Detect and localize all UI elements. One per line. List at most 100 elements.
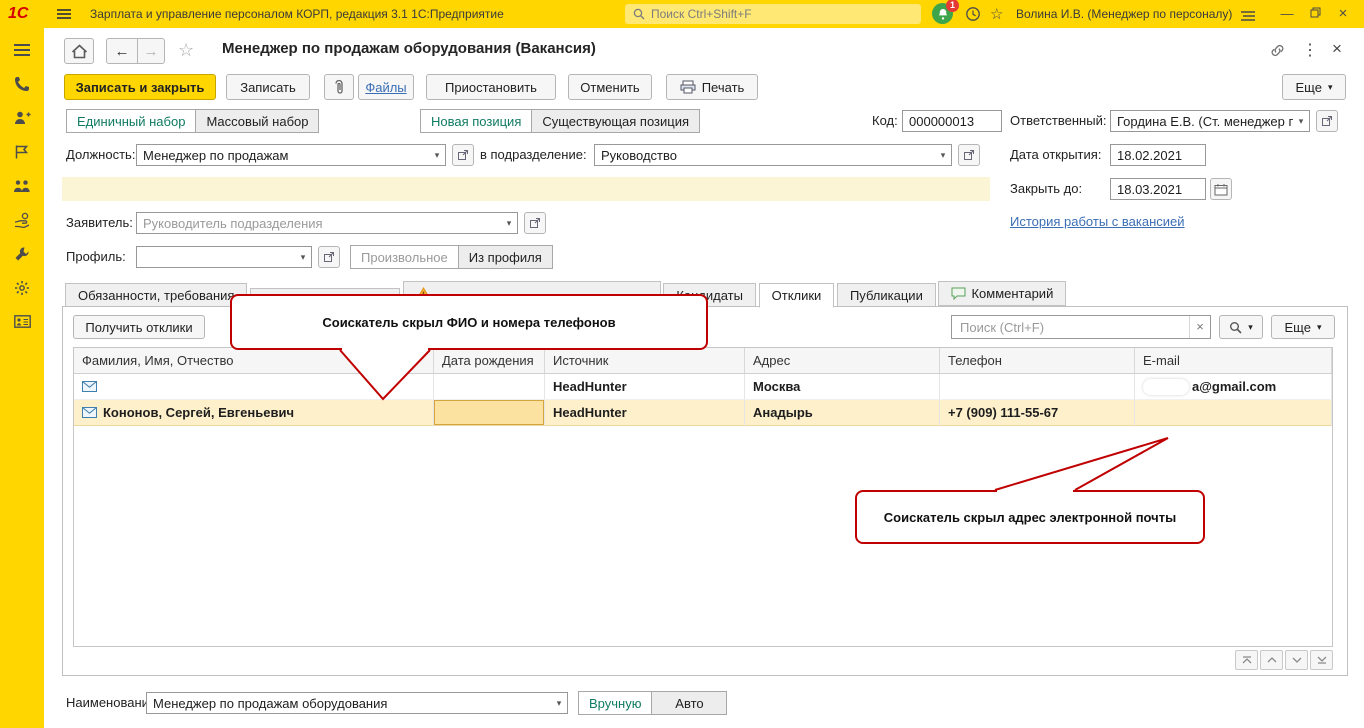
position-existing-option[interactable]: Существующая позиция [531,109,701,133]
clear-search-icon[interactable]: × [1189,316,1210,338]
responses-search-input[interactable]: Поиск (Ctrl+F) × [951,315,1211,339]
position-new-option[interactable]: Новая позиция [420,109,533,133]
tools-wrench-icon[interactable] [12,244,32,263]
recruitment-mass-option[interactable]: Массовый набор [195,109,320,133]
naming-field[interactable]: Менеджер по продажам оборудования ▾ [146,692,568,714]
scroll-down-button[interactable] [1285,650,1308,670]
table-row[interactable]: HeadHunter Москва a@gmail.com [74,374,1332,400]
description-custom-option[interactable]: Произвольное [350,245,459,269]
files-button[interactable]: Файлы [358,74,414,100]
open-form-icon [324,252,334,262]
service-menu-icon[interactable] [1240,9,1256,24]
tab-label: Обязанности, требования [78,288,235,303]
table-row-selected[interactable]: Кононов, Сергей, Евгеньевич HeadHunter А… [74,400,1332,426]
vacancy-history-link[interactable]: История работы с вакансией [1010,214,1185,229]
column-header-address[interactable]: Адрес [745,348,940,374]
favorites-star-icon[interactable]: ☆ [990,5,1003,23]
global-search-input[interactable]: Поиск Ctrl+Shift+F [625,4,921,24]
current-user[interactable]: Волина И.В. (Менеджер по персоналу) [1016,0,1232,28]
tab-publications[interactable]: Публикации [836,283,936,308]
recruitment-single-option[interactable]: Единичный набор [66,109,197,133]
recruitment-type-switch: Единичный набор Массовый набор [66,109,320,133]
scroll-up-button[interactable] [1260,650,1283,670]
form-close-icon[interactable]: × [1332,39,1342,59]
applicant-dropdown-icon[interactable]: ▾ [501,218,517,229]
date-close-calendar-button[interactable] [1210,178,1232,200]
responsible-field[interactable]: Гордина Е.В. (Ст. менеджер по ▾ [1110,110,1310,132]
profile-dropdown-icon[interactable]: ▾ [295,252,311,263]
date-opened-field[interactable]: 18.02.2021 [1110,144,1206,166]
position-field[interactable]: Менеджер по продажам ▾ [136,144,446,166]
print-button[interactable]: Печать [666,74,758,100]
code-field[interactable]: 000000013 [902,110,1002,132]
cancel-button[interactable]: Отменить [568,74,652,100]
cell-address: Анадырь [745,400,940,426]
column-header-email[interactable]: E-mail [1135,348,1332,374]
home-button[interactable] [64,38,94,64]
admin-card-icon[interactable] [12,312,32,331]
tab-duties[interactable]: Обязанности, требования [65,283,248,308]
description-highlight-strip [62,177,990,201]
forward-button[interactable]: → [137,38,165,64]
profile-field[interactable]: ▾ [136,246,312,268]
applicant-placeholder: Руководитель подразделения [143,215,323,231]
section-sidebar [0,28,44,728]
naming-mode-switch: Вручную Авто [578,691,728,715]
printer-icon [680,80,696,94]
settings-gear-icon[interactable] [12,278,32,297]
scroll-bottom-button[interactable] [1310,650,1333,670]
tab-responses[interactable]: Отклики [758,283,835,308]
department-select-button[interactable] [958,144,980,166]
back-button[interactable]: ← [106,38,138,64]
window-close-button[interactable]: × [1334,6,1352,22]
column-header-fio[interactable]: Фамилия, Имя, Отчество [74,348,434,374]
employees-group-icon[interactable] [12,176,32,195]
chevron-down-icon: ▾ [1248,321,1253,332]
history-icon[interactable] [965,6,981,25]
description-from-profile-option[interactable]: Из профиля [457,245,553,269]
applicant-field[interactable]: Руководитель подразделения ▾ [136,212,518,234]
position-select-button[interactable] [452,144,474,166]
applicant-select-button[interactable] [524,212,546,234]
naming-auto-option[interactable]: Авто [651,691,728,715]
attach-button[interactable] [324,74,354,100]
column-header-phone[interactable]: Телефон [940,348,1135,374]
tab-comment[interactable]: Комментарий [938,281,1067,306]
cell-phone [940,374,1135,400]
sections-menu-icon[interactable] [12,40,32,59]
naming-manual-option[interactable]: Вручную [578,691,653,715]
responsible-select-button[interactable] [1316,110,1338,132]
department-dropdown-icon[interactable]: ▾ [935,150,951,161]
link-icon[interactable] [1270,43,1285,61]
cell-email [1135,400,1332,426]
column-header-source[interactable]: Источник [545,348,745,374]
app-root: { "icons": { "dropdown": "▾", "close": "… [0,0,1364,728]
quick-actions-phone-icon[interactable] [12,74,32,93]
department-field[interactable]: Руководство ▾ [594,144,952,166]
scroll-top-button[interactable] [1235,650,1258,670]
recruitment-icon[interactable] [12,142,32,161]
main-menu-icon[interactable] [56,8,72,23]
save-and-close-button[interactable]: Записать и закрыть [64,74,216,100]
date-close-field[interactable]: 18.03.2021 [1110,178,1206,200]
payments-hand-icon[interactable] [12,210,32,229]
profile-select-button[interactable] [318,246,340,268]
favorite-star-icon[interactable]: ☆ [178,40,194,61]
search-options-button[interactable]: ▾ [1219,315,1263,339]
more-dots-icon[interactable]: ⋮ [1302,40,1318,60]
suspend-button[interactable]: Приостановить [426,74,556,100]
window-minimize-button[interactable]: — [1278,6,1296,22]
column-header-birthdate[interactable]: Дата рождения [434,348,545,374]
position-dropdown-icon[interactable]: ▾ [429,150,445,161]
get-responses-button[interactable]: Получить отклики [73,315,205,339]
home-icon [71,43,87,58]
save-button[interactable]: Записать [226,74,310,100]
staff-icon[interactable] [12,108,32,127]
naming-dropdown-icon[interactable]: ▾ [551,698,567,709]
window-restore-button[interactable] [1306,6,1324,22]
cell-birthdate-selected[interactable] [434,400,545,426]
responsible-dropdown-icon[interactable]: ▾ [1293,116,1309,127]
callout-text: Соискатель скрыл ФИО и номера телефонов [322,314,616,330]
responses-more-button[interactable]: Еще ▾ [1271,315,1335,339]
toolbar-more-button[interactable]: Еще ▾ [1282,74,1346,100]
